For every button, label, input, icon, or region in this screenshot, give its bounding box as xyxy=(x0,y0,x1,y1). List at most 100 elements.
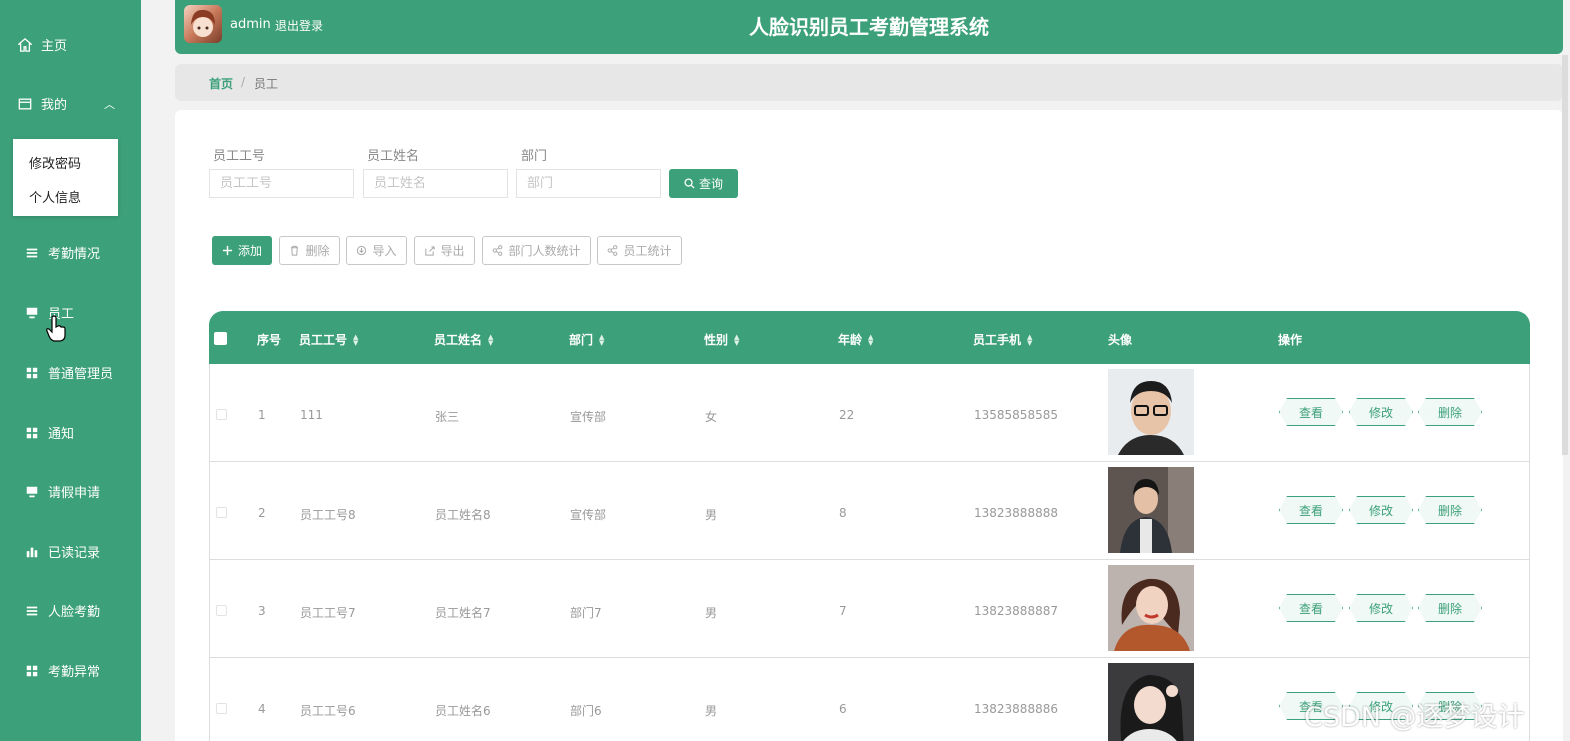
emp-no-input[interactable] xyxy=(209,169,354,198)
cell-gender: 男 xyxy=(705,704,718,718)
submenu-item-profile[interactable]: 个人信息 xyxy=(29,187,81,206)
row-checkbox[interactable] xyxy=(216,703,227,714)
row-delete-button[interactable]: 删除 xyxy=(1418,594,1482,622)
import-button[interactable]: 导入 xyxy=(346,236,407,265)
sidebar-item-notice[interactable]: 通知 xyxy=(25,423,74,442)
scrollbar[interactable] xyxy=(1562,55,1568,455)
col-gender[interactable]: 性别 ▲ ▼ xyxy=(704,331,739,348)
export-icon xyxy=(425,246,436,256)
dept-stats-button[interactable]: 部门人数统计 xyxy=(482,236,591,265)
monitor-icon xyxy=(26,307,38,318)
delete-button-label: 删除 xyxy=(305,244,330,258)
cell-phone: 13585858585 xyxy=(974,408,1058,422)
cell-age: 8 xyxy=(839,506,847,520)
sidebar-item-mine[interactable]: 我的 xyxy=(18,94,67,113)
sidebar-item-label: 考勤异常 xyxy=(48,665,101,680)
cell-gender: 男 xyxy=(705,606,718,620)
chevron-up-icon[interactable]: ︿ xyxy=(104,96,115,112)
employee-photo xyxy=(1108,663,1194,741)
search-icon xyxy=(684,178,695,189)
search-button[interactable]: 查询 xyxy=(669,169,738,198)
emp-stats-button[interactable]: 员工统计 xyxy=(597,236,682,265)
grid-icon xyxy=(26,427,38,438)
col-emp-no[interactable]: 员工工号 ▲ ▼ xyxy=(299,331,358,348)
sidebar-item-label: 我的 xyxy=(41,98,68,113)
sidebar-item-abnormal[interactable]: 考勤异常 xyxy=(25,661,100,680)
cell-index: 4 xyxy=(258,702,266,716)
col-actions: 操作 xyxy=(1278,333,1303,347)
cell-dept: 部门6 xyxy=(570,704,602,718)
sort-icon: ▲ ▼ xyxy=(599,332,605,347)
row-checkbox[interactable] xyxy=(216,507,227,518)
search-button-label: 查询 xyxy=(698,177,723,191)
add-button[interactable]: 添加 xyxy=(212,236,272,265)
row-delete-button[interactable]: 删除 xyxy=(1418,496,1482,524)
import-icon xyxy=(357,245,367,256)
list-icon xyxy=(26,606,38,615)
sidebar-item-home[interactable]: 主页 xyxy=(18,35,67,54)
sort-icon: ▲ ▼ xyxy=(488,332,494,347)
cell-gender: 男 xyxy=(705,508,718,522)
watermark: CSDN @逐梦设计 xyxy=(1304,702,1525,733)
sort-icon: ▲ ▼ xyxy=(1027,332,1033,347)
export-button[interactable]: 导出 xyxy=(414,236,475,265)
sidebar-item-label: 通知 xyxy=(48,427,75,442)
edit-button[interactable]: 修改 xyxy=(1349,398,1413,426)
cell-name: 员工姓名7 xyxy=(435,606,491,620)
cell-age: 6 xyxy=(839,702,847,716)
hand-cursor-icon xyxy=(46,315,66,342)
edit-button[interactable]: 修改 xyxy=(1349,594,1413,622)
view-button[interactable]: 查看 xyxy=(1279,496,1343,524)
breadcrumb-current: 员工 xyxy=(254,77,279,91)
list-icon xyxy=(26,248,38,257)
trash-icon xyxy=(291,245,299,256)
breadcrumb-separator: / xyxy=(241,75,246,89)
import-button-label: 导入 xyxy=(372,244,397,258)
share-icon xyxy=(493,245,503,256)
col-dept[interactable]: 部门 ▲ ▼ xyxy=(569,331,604,348)
employee-table: 序号 员工工号 ▲ ▼ 员工姓名 ▲ ▼ 部门 ▲ ▼ 性别 ▲ ▼ 年龄 ▲ ▼ 员工手机 ▲ ▼ 头… xyxy=(209,311,1530,741)
plus-icon xyxy=(222,245,233,256)
select-all-checkbox[interactable] xyxy=(214,332,227,345)
sort-icon: ▲ ▼ xyxy=(868,332,874,347)
sidebar-item-label: 主页 xyxy=(41,39,68,54)
cell-name: 张三 xyxy=(435,410,460,424)
emp-name-input[interactable] xyxy=(363,169,508,198)
cell-name: 员工姓名6 xyxy=(435,704,491,718)
submenu-item-change-password[interactable]: 修改密码 xyxy=(29,153,81,172)
cell-emp-no: 员工工号8 xyxy=(300,508,356,522)
row-delete-button[interactable]: 删除 xyxy=(1418,398,1482,426)
view-button[interactable]: 查看 xyxy=(1279,398,1343,426)
monitor-icon xyxy=(26,486,38,497)
row-checkbox[interactable] xyxy=(216,409,227,420)
sidebar-item-admin[interactable]: 普通管理员 xyxy=(25,363,113,382)
table-header: 序号 员工工号 ▲ ▼ 员工姓名 ▲ ▼ 部门 ▲ ▼ 性别 ▲ ▼ 年龄 ▲ ▼ 员工手机 ▲ ▼ 头… xyxy=(209,311,1530,364)
col-phone[interactable]: 员工手机 ▲ ▼ xyxy=(973,331,1032,348)
cell-index: 3 xyxy=(258,604,266,618)
cell-phone: 13823888887 xyxy=(974,604,1058,618)
col-age[interactable]: 年龄 ▲ ▼ xyxy=(838,331,873,348)
cell-age: 7 xyxy=(839,604,847,618)
row-checkbox[interactable] xyxy=(216,605,227,616)
sidebar: 主页 我的 ︿ 考勤情况 员工 普通管理员 通知 请假申请 已读记录 人脸考勤 … xyxy=(0,0,141,741)
sidebar-item-leave[interactable]: 请假申请 xyxy=(25,482,100,501)
sidebar-item-read[interactable]: 已读记录 xyxy=(25,542,100,561)
delete-button[interactable]: 删除 xyxy=(279,236,340,265)
breadcrumb-home[interactable]: 首页 xyxy=(209,75,233,92)
cell-gender: 女 xyxy=(705,410,718,424)
sidebar-item-attendance[interactable]: 考勤情况 xyxy=(25,243,100,262)
employee-photo xyxy=(1108,565,1194,651)
sidebar-item-label: 已读记录 xyxy=(48,546,101,561)
page-title: 人脸识别员工考勤管理系统 xyxy=(749,15,989,39)
export-button-label: 导出 xyxy=(440,244,465,258)
cell-phone: 13823888888 xyxy=(974,506,1058,520)
dept-input[interactable] xyxy=(516,169,661,198)
edit-button[interactable]: 修改 xyxy=(1349,496,1413,524)
cell-emp-no: 111 xyxy=(300,408,323,422)
emp-no-label: 员工工号 xyxy=(213,149,266,164)
cell-age: 22 xyxy=(839,408,855,422)
col-name[interactable]: 员工姓名 ▲ ▼ xyxy=(434,331,493,348)
sidebar-item-face[interactable]: 人脸考勤 xyxy=(25,601,100,620)
view-button[interactable]: 查看 xyxy=(1279,594,1343,622)
breadcrumb: 首页 / 员工 xyxy=(175,64,1563,101)
